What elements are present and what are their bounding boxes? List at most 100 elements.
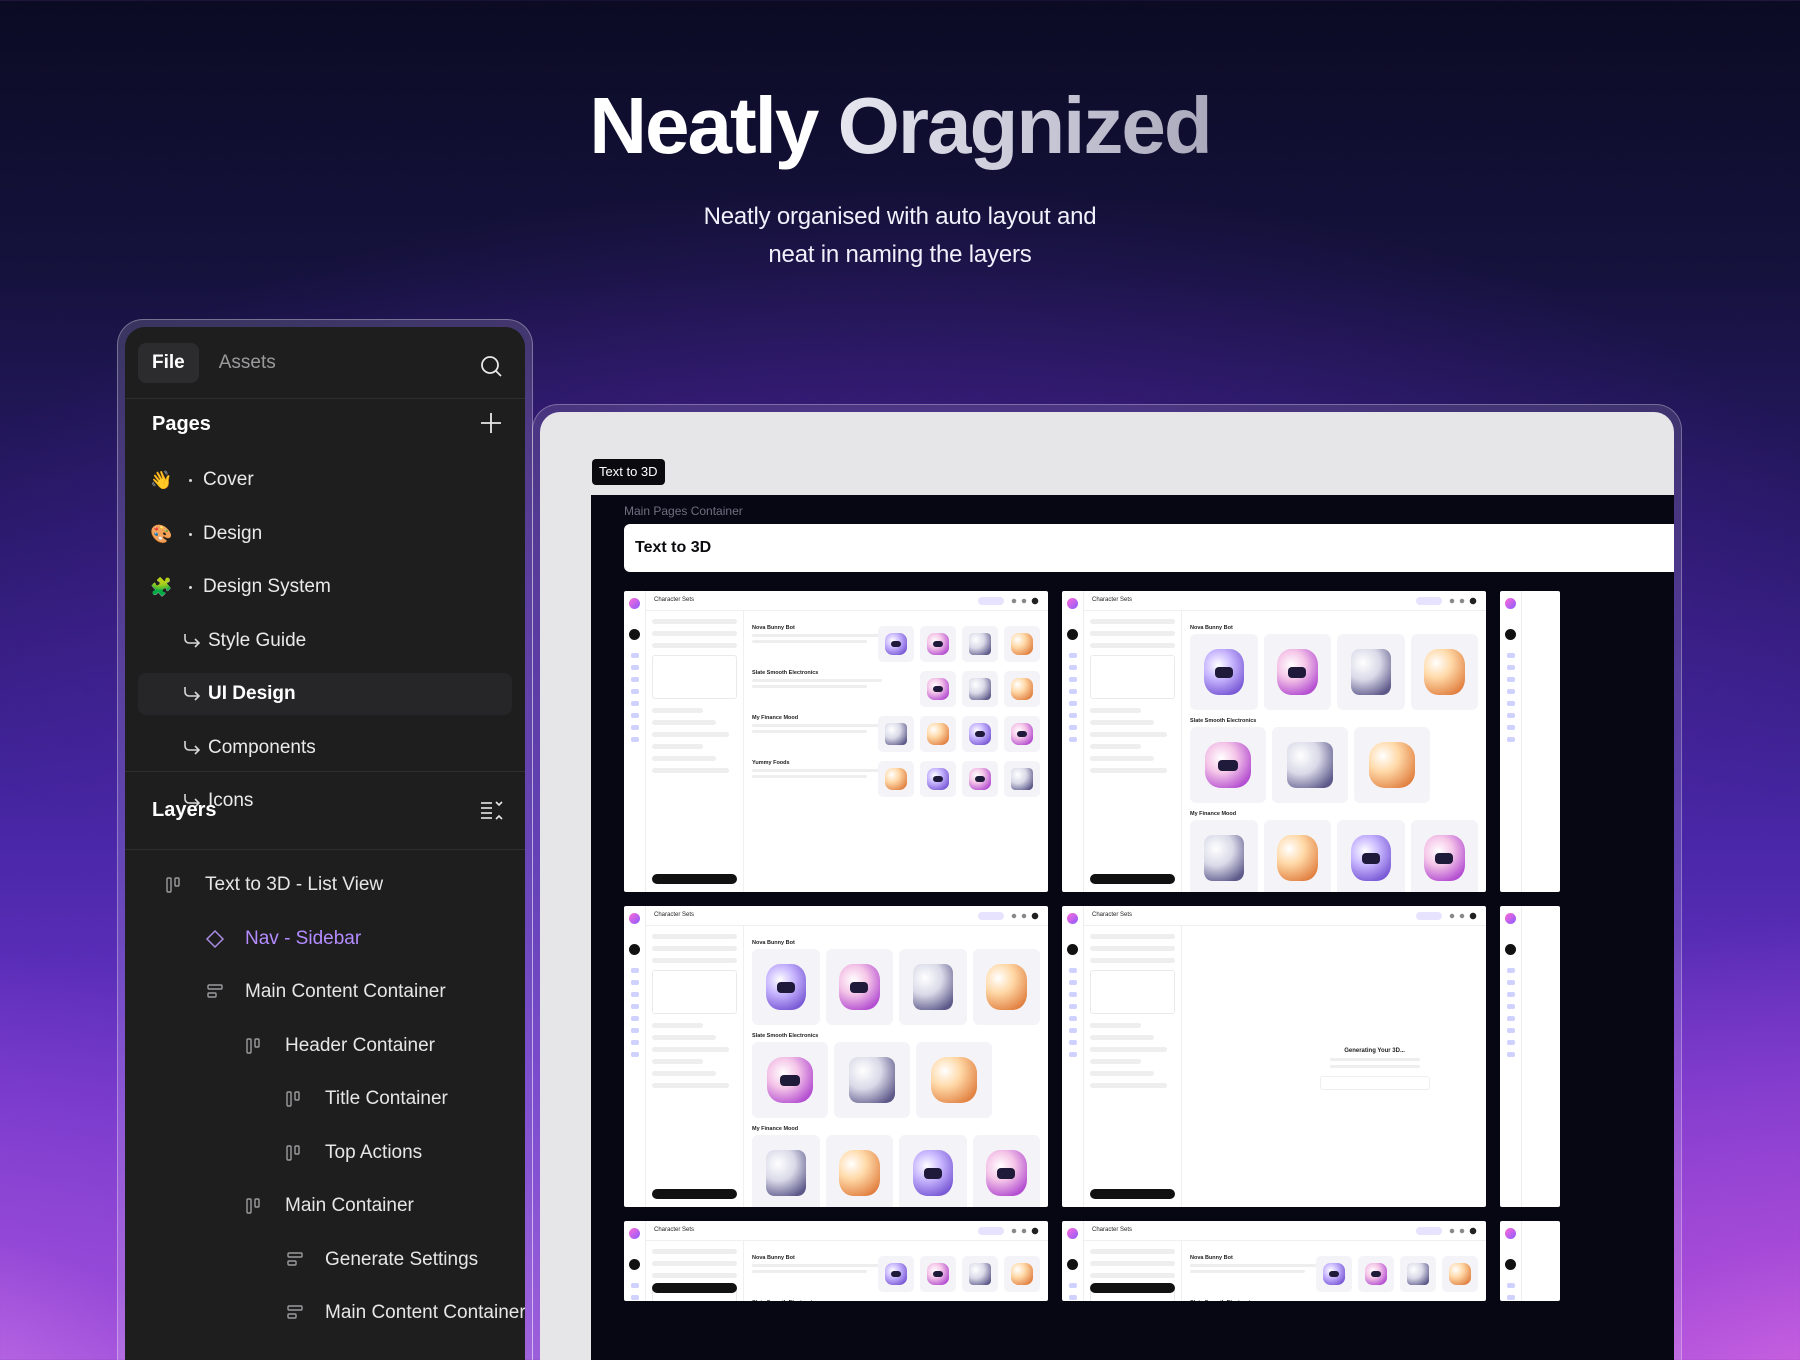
screen-thumbnail[interactable]: Character Sets Generating Your 3D... — [1062, 906, 1486, 1207]
page-emoji-icon: 👋 — [150, 470, 173, 490]
mini-nav-rail — [1062, 906, 1084, 1207]
page-label: Cover — [203, 469, 254, 490]
screen-thumbnail[interactable]: Character Sets Nova Bunny BotSlate Smooth… — [624, 1221, 1048, 1301]
auto-layout-horizontal-icon — [165, 875, 185, 895]
screen-thumbnail[interactable]: Character Sets Nova Bunny BotSlate Smooth… — [1062, 1221, 1486, 1301]
section-header[interactable]: Text to 3D — [624, 524, 1674, 572]
main-pages-container[interactable]: Main Pages Container Text to 3D Characte… — [591, 495, 1674, 1360]
sub-page-arrow-icon — [184, 687, 201, 701]
mini-settings-panel — [646, 611, 744, 892]
mini-settings-panel — [646, 1241, 744, 1301]
collapse-layers-icon[interactable] — [479, 798, 503, 822]
layers-panel: File Assets Pages 👋 Cover 🎨 Design 🧩 Design S… — [125, 327, 525, 1360]
layer-label: Generate Settings — [325, 1248, 479, 1270]
auto-layout-horizontal-icon — [285, 1143, 305, 1163]
tab-file[interactable]: File — [138, 343, 199, 383]
layer-label: Top Actions — [325, 1141, 423, 1163]
mini-nav-rail — [624, 1221, 646, 1301]
pages-title: Pages — [152, 413, 211, 435]
layer-label: Main Container — [285, 1195, 414, 1216]
screen-thumbnail[interactable]: Character Sets Nova Bunny BotSlate Smooth… — [1062, 591, 1486, 892]
layers-title: Layers — [152, 799, 217, 821]
mini-nav-rail — [1062, 591, 1084, 892]
mini-content: Nova Bunny BotSlate Smooth ElectronicsMy… — [752, 1247, 1040, 1301]
auto-layout-horizontal-icon — [285, 1089, 305, 1109]
mini-settings-panel — [646, 926, 744, 1207]
screen-thumbnail[interactable]: Character Sets Nova Bunny BotSlate Smooth… — [624, 591, 1048, 892]
layer-row[interactable]: Title Container — [125, 1079, 525, 1119]
screen-thumbnail[interactable] — [1500, 1221, 1560, 1301]
hero-subtitle: Neatly organised with auto layout and ne… — [0, 198, 1800, 274]
layer-row[interactable]: Top Actions — [125, 1133, 525, 1173]
mini-top-bar: Character Sets — [1084, 591, 1486, 611]
layer-row[interactable]: Text to 3D - List View — [125, 865, 525, 905]
design-canvas[interactable]: Text to 3D Main Pages Container Text to … — [540, 412, 1674, 1360]
page-item[interactable]: UI Design — [138, 673, 512, 715]
divider — [125, 849, 525, 850]
mini-top-bar: Character Sets — [646, 1221, 1048, 1241]
page-item[interactable]: Style Guide — [138, 620, 512, 662]
mini-content: Nova Bunny BotSlate Smooth ElectronicsMy… — [1190, 1247, 1478, 1301]
layer-label: Header Container — [285, 1034, 435, 1056]
layer-row[interactable]: Main Content Container — [125, 972, 525, 1012]
layer-row[interactable]: Generate Settings — [125, 1240, 525, 1280]
mini-top-bar: Character Sets — [646, 906, 1048, 926]
mini-nav-rail — [1062, 1221, 1084, 1301]
layers-panel-window: File Assets Pages 👋 Cover 🎨 Design 🧩 Design S… — [117, 319, 533, 1360]
mini-top-bar: Character Sets — [1084, 1221, 1486, 1241]
bullet-dot — [189, 532, 192, 536]
screen-thumbnail[interactable] — [1500, 906, 1560, 1207]
screen-thumbnail[interactable] — [1500, 591, 1560, 892]
mini-nav-rail — [1500, 591, 1522, 892]
hero-subtitle-line-2: neat in naming the layers — [768, 241, 1032, 268]
layer-label: Title Container — [325, 1088, 448, 1109]
add-page-icon[interactable] — [479, 411, 503, 435]
mini-top-bar: Character Sets — [646, 591, 1048, 611]
layer-row[interactable]: Main Container — [125, 1186, 525, 1226]
layer-row[interactable]: Main Content Container — [125, 1293, 525, 1333]
mini-settings-panel — [1084, 611, 1182, 892]
mini-settings-panel — [1084, 1241, 1182, 1301]
hero-title-word-1: Neatly — [589, 81, 819, 170]
page-item[interactable]: 👋 Cover — [138, 459, 512, 501]
sub-page-arrow-icon — [184, 740, 201, 755]
frame-name-tag[interactable]: Text to 3D — [592, 459, 665, 485]
page-emoji-icon: 🎨 — [150, 523, 173, 544]
page-label: Design System — [203, 576, 331, 597]
panel-tabs: File Assets — [138, 343, 290, 383]
page-emoji-icon: 🧩 — [150, 577, 173, 597]
mini-top-bar: Character Sets — [1084, 906, 1486, 926]
page-label: Design — [203, 522, 263, 544]
auto-layout-horizontal-icon — [245, 1036, 265, 1056]
mini-content: Nova Bunny BotSlate Smooth ElectronicsMy… — [752, 617, 1040, 892]
layer-row[interactable]: Nav - Sidebar — [125, 919, 525, 959]
auto-layout-vertical-icon — [285, 1303, 305, 1323]
hero-title: Neatly Oragnized — [0, 82, 1800, 170]
screen-thumbnail[interactable]: Character Sets Nova Bunny BotSlate Smooth… — [624, 906, 1048, 1207]
divider — [125, 398, 525, 399]
auto-layout-horizontal-icon — [245, 1196, 265, 1216]
sub-page-arrow-icon — [184, 633, 201, 648]
divider — [125, 771, 525, 772]
hero-title-word-2: Oragnized — [837, 81, 1213, 170]
mini-nav-rail — [1500, 1221, 1522, 1301]
hero-subtitle-line-1: Neatly organised with auto layout and — [703, 203, 1097, 230]
bullet-dot — [189, 586, 192, 589]
layer-label: Nav - Sidebar — [245, 927, 362, 949]
canvas-window: Text to 3D Main Pages Container Text to … — [532, 404, 1682, 1360]
page-item[interactable]: Components — [138, 727, 512, 769]
search-icon[interactable] — [479, 354, 503, 378]
page-label: Style Guide — [208, 629, 307, 651]
tab-assets[interactable]: Assets — [205, 343, 290, 383]
layer-row[interactable]: Header Container — [125, 1026, 525, 1066]
layer-label: Main Content Container — [245, 981, 446, 1002]
mini-nav-rail — [624, 591, 646, 892]
page-label: UI Design — [208, 683, 296, 704]
auto-layout-vertical-icon — [285, 1250, 305, 1270]
page-item[interactable]: 🎨 Design — [138, 513, 512, 555]
mini-settings-panel — [1084, 926, 1182, 1207]
container-label: Main Pages Container — [624, 504, 743, 518]
mini-content: Generating Your 3D... — [1190, 932, 1478, 1207]
mini-nav-rail — [1500, 906, 1522, 1207]
page-item[interactable]: 🧩 Design System — [138, 566, 512, 608]
